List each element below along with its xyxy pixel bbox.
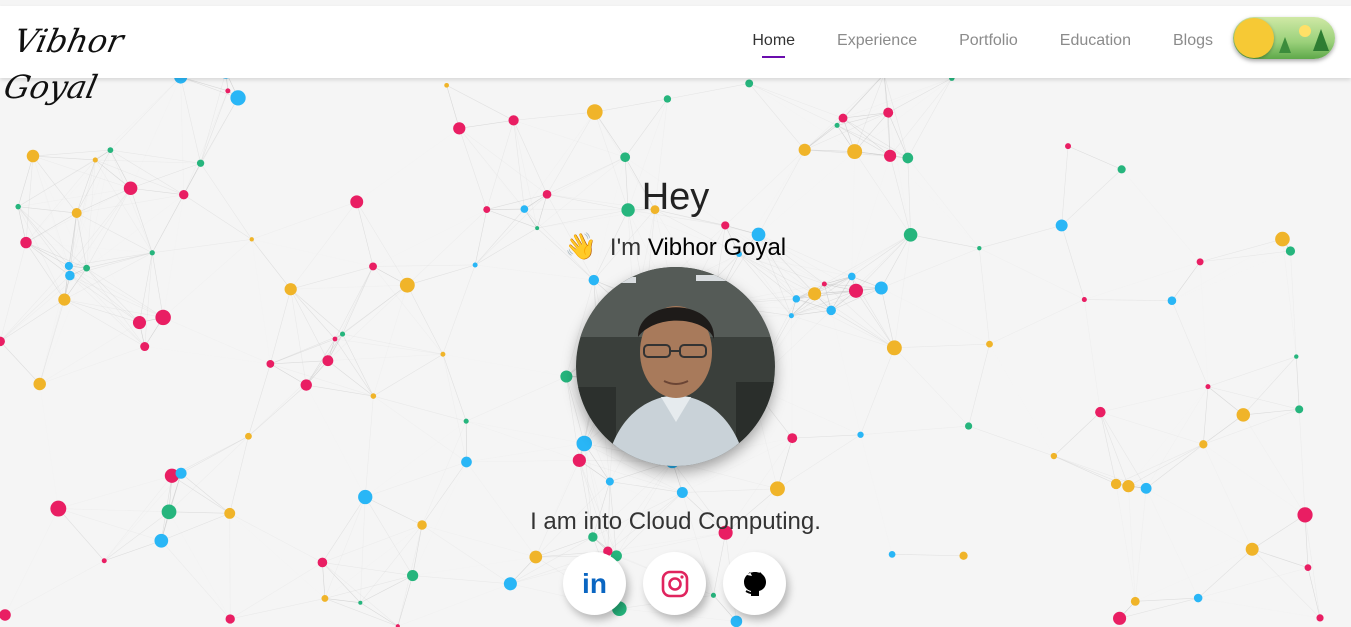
profile-photo <box>576 267 775 466</box>
site-logo[interactable]: Vibhor Goyal <box>1 18 230 106</box>
github-button[interactable] <box>723 552 786 615</box>
social-links: in <box>563 552 803 622</box>
intro-line: 👋 I'm Vibhor Goyal <box>0 231 1351 262</box>
nav-link-education[interactable]: Education <box>1060 6 1131 78</box>
nav-link-portfolio[interactable]: Portfolio <box>959 6 1018 78</box>
nav-link-experience[interactable]: Experience <box>837 6 917 78</box>
avatar <box>576 267 775 466</box>
sun-icon <box>1299 25 1311 37</box>
toggle-knob[interactable] <box>1234 18 1274 58</box>
nav-link-blogs[interactable]: Blogs <box>1173 6 1213 78</box>
top-navbar: Vibhor Goyal Home Experience Portfolio E… <box>0 6 1351 106</box>
instagram-icon <box>661 570 688 597</box>
nav-links: Home Experience Portfolio Education Blog… <box>710 6 1213 78</box>
linkedin-icon: in <box>582 567 607 599</box>
intro-prefix: I'm <box>609 234 642 261</box>
intro-name: Vibhor Goyal <box>647 234 787 261</box>
linkedin-button[interactable]: in <box>563 552 626 615</box>
nav-link-home[interactable]: Home <box>752 6 795 78</box>
github-icon <box>743 571 766 596</box>
hero-section: Hey 👋 I'm Vibhor Goyal I am into Cloud C… <box>0 0 1351 627</box>
tree-icon <box>1279 37 1291 53</box>
greeting-heading: Hey <box>641 176 710 218</box>
theme-toggle[interactable] <box>1233 17 1335 59</box>
instagram-button[interactable] <box>643 552 706 615</box>
waving-hand-icon: 👋 <box>564 231 598 261</box>
tagline: I am into Cloud Computing. <box>530 508 821 535</box>
tree-icon <box>1313 29 1329 51</box>
